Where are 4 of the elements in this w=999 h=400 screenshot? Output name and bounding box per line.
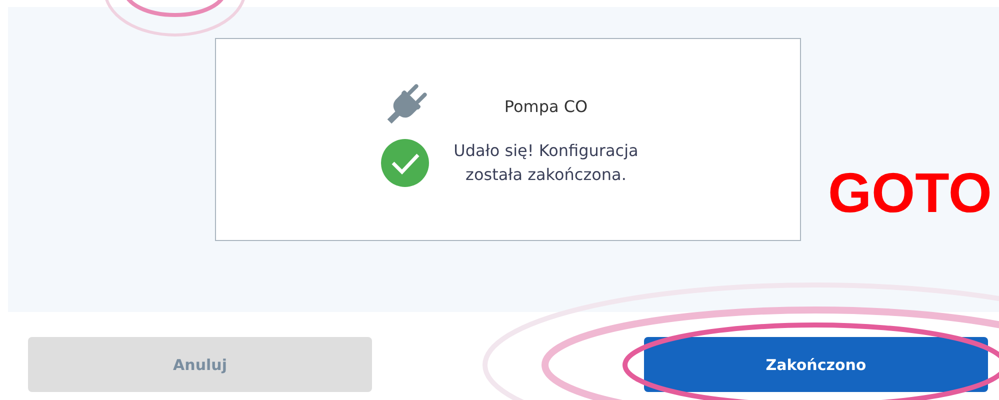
finish-button[interactable]: Zakończono [644, 337, 988, 392]
annotation-text: GOTO [828, 160, 992, 225]
device-name: Pompa CO [504, 96, 588, 116]
status-message: Udało się! Konfiguracja została zakończona. [454, 140, 638, 186]
